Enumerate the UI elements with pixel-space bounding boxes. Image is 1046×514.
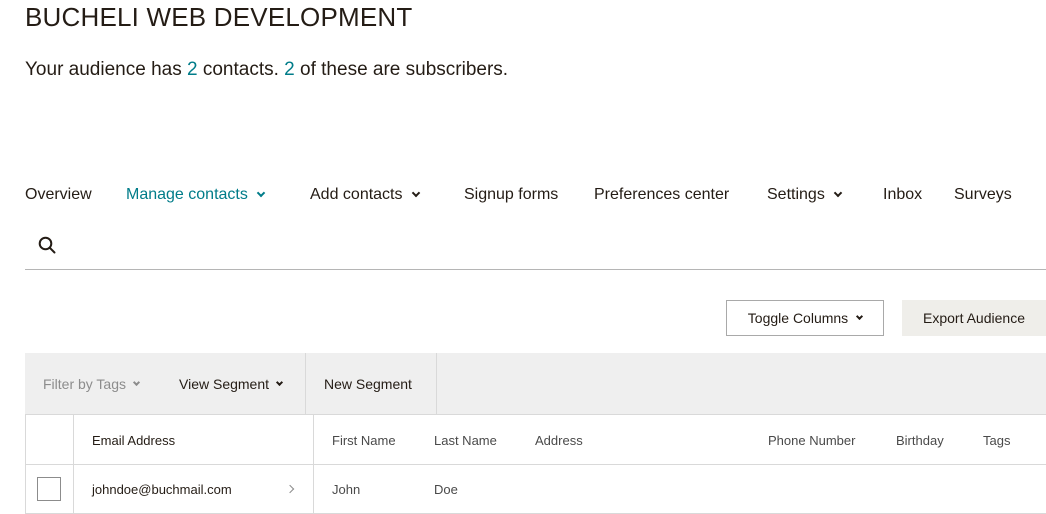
column-header-email[interactable]: Email Address (92, 433, 175, 448)
chevron-down-icon (856, 312, 864, 321)
view-segment-dropdown[interactable]: View Segment (179, 353, 284, 415)
nav-item-inbox[interactable]: Inbox (883, 186, 922, 204)
chevron-down-icon (411, 188, 420, 198)
contact-first-name: John (332, 482, 361, 497)
table-row[interactable]: johndoe@buchmail.com John Doe (25, 465, 1046, 514)
filter-by-tags-dropdown[interactable]: Filter by Tags (43, 353, 141, 415)
column-header-first-name[interactable]: First Name (332, 433, 396, 448)
column-divider (73, 415, 74, 465)
nav-item-label: Inbox (883, 186, 923, 203)
contacts-count: 2 (186, 59, 198, 80)
nav-item-label: Preferences center (594, 186, 730, 203)
summary-suffix: of these are subscribers. (294, 59, 509, 80)
filter-divider (436, 353, 437, 415)
column-header-phone[interactable]: Phone Number (768, 433, 855, 448)
nav-item-settings[interactable]: Settings (767, 186, 843, 204)
nav-item-label: Overview (25, 186, 92, 203)
nav-item-surveys[interactable]: Surveys (954, 186, 1012, 204)
nav-item-preferences-center[interactable]: Preferences center (594, 186, 729, 204)
column-divider (313, 415, 314, 465)
column-header-birthday[interactable]: Birthday (896, 433, 944, 448)
subscribers-count: 2 (284, 59, 295, 80)
nav-item-overview[interactable]: Overview (25, 186, 92, 204)
nav-item-label: Surveys (954, 186, 1012, 203)
contacts-table: Email Address First Name Last Name Addre… (25, 415, 1046, 514)
new-segment-button[interactable]: New Segment (324, 353, 412, 415)
column-divider (313, 465, 314, 514)
chevron-right-icon[interactable] (285, 484, 295, 494)
nav-item-signup-forms[interactable]: Signup forms (464, 186, 558, 204)
nav-item-label: Signup forms (464, 186, 559, 203)
column-header-last-name[interactable]: Last Name (434, 433, 497, 448)
toggle-columns-label: Toggle Columns (747, 310, 849, 326)
nav-search-row (25, 230, 1046, 270)
contact-last-name: Doe (434, 482, 458, 497)
filter-bar: Filter by Tags View Segment New Segment (25, 353, 1046, 415)
filter-divider (305, 353, 306, 415)
column-divider (73, 465, 74, 514)
view-segment-label: View Segment (179, 376, 270, 392)
new-segment-label: New Segment (324, 376, 412, 392)
export-audience-label: Export Audience (923, 310, 1025, 326)
filter-by-tags-label: Filter by Tags (43, 376, 126, 392)
table-header-row: Email Address First Name Last Name Addre… (25, 415, 1046, 465)
row-select-checkbox[interactable] (37, 477, 61, 501)
search-icon[interactable] (38, 236, 56, 254)
export-audience-button[interactable]: Export Audience (902, 300, 1046, 336)
chevron-down-icon (256, 188, 266, 198)
chevron-down-icon (132, 378, 141, 387)
audience-title: BUCHELI WEB DEVELOPMENT (25, 2, 413, 32)
summary-middle: contacts. (197, 59, 285, 80)
chevron-down-icon (275, 378, 284, 387)
nav-item-manage-contacts[interactable]: Manage contacts (126, 186, 266, 204)
column-header-tags[interactable]: Tags (983, 433, 1010, 448)
nav-item-label: Settings (767, 186, 825, 203)
toggle-columns-button[interactable]: Toggle Columns (726, 300, 884, 336)
audience-summary: Your audience has 2 contacts. 2 of these… (25, 59, 508, 81)
nav-item-add-contacts[interactable]: Add contacts (310, 186, 420, 204)
nav-item-label: Manage contacts (126, 186, 248, 203)
nav-item-label: Add contacts (310, 186, 403, 203)
column-header-address[interactable]: Address (535, 433, 583, 448)
summary-prefix: Your audience has (25, 59, 187, 80)
contact-email[interactable]: johndoe@buchmail.com (92, 482, 232, 497)
chevron-down-icon (833, 188, 843, 198)
